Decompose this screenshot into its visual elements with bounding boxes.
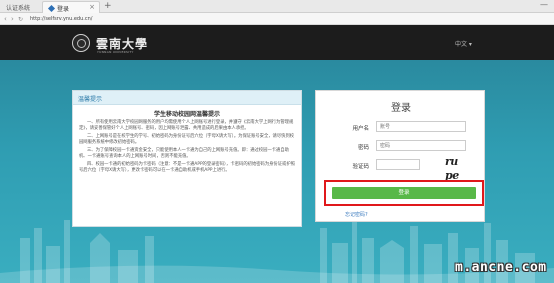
browser-tab-strip: 认证系统 登录 × + —: [0, 0, 554, 13]
notice-paragraph: 四、校园一卡通的初始密码为卡密码（注意：不是一卡通APP的登录密码），卡密码的初…: [79, 162, 295, 173]
forgot-password-link[interactable]: 忘记密码?: [345, 211, 368, 218]
password-input[interactable]: [376, 140, 466, 151]
reload-icon[interactable]: ↻: [18, 16, 23, 23]
tab-login[interactable]: 登录 ×: [42, 1, 100, 13]
username-label: 用户名: [352, 126, 369, 132]
university-logo-subtitle: YUNNAN UNIVERSITY: [97, 50, 134, 54]
notice-paragraph: 一、所有使用云南大学校园网服务的用户均需使用个人上网账号进行登录，并遵守《云南大…: [79, 120, 294, 131]
notice-paragraph: 三、为了保障校园一卡通资金安全，只能使用本人一卡通为自己的上网账号充值。即：通过…: [79, 148, 289, 159]
new-tab-button[interactable]: +: [104, 1, 112, 11]
notice-title: 学生移动校园网温馨提示: [153, 111, 220, 118]
site-watermark: m.ancne.com: [455, 260, 547, 275]
tab-label: 认证系统: [6, 5, 31, 12]
notice-body: 一、所有使用云南大学校园网服务的用户均需使用个人上网账号进行登录，并遵守《云南大…: [73, 120, 301, 174]
username-input[interactable]: [376, 121, 466, 132]
university-seal-icon: [72, 34, 90, 52]
notice-paragraph: 二、上网账号是在校学生的学号、初始密码为身份证号后六位（字母X请大写）。为保证账…: [79, 134, 295, 145]
login-button[interactable]: 登录: [332, 187, 476, 199]
back-icon[interactable]: ‹: [4, 15, 7, 23]
notice-panel: 温馨提示 学生移动校园网温馨提示 一、所有使用云南大学校园网服务的用户均需使用个…: [72, 90, 302, 227]
tab-label: 登录: [57, 6, 70, 13]
login-title: 登录: [391, 103, 411, 114]
forward-icon[interactable]: ›: [11, 15, 14, 23]
captcha-input[interactable]: [376, 159, 420, 170]
close-tab-icon[interactable]: ×: [89, 3, 95, 11]
captcha-image[interactable]: ru pe: [445, 155, 473, 182]
password-label: 密码: [357, 145, 369, 151]
captcha-label: 验证码: [352, 164, 369, 170]
favicon-icon: [47, 4, 56, 13]
minimize-icon[interactable]: —: [540, 0, 548, 9]
language-select[interactable]: 中文 ▾: [455, 39, 472, 48]
notice-heading: 温馨提示: [73, 91, 301, 105]
url-field[interactable]: http://selfsrv.ynu.edu.cn/: [30, 16, 92, 22]
tab-auth-system[interactable]: 认证系统: [0, 1, 42, 13]
address-bar: ‹ › ↻ http://selfsrv.ynu.edu.cn/: [0, 13, 554, 25]
